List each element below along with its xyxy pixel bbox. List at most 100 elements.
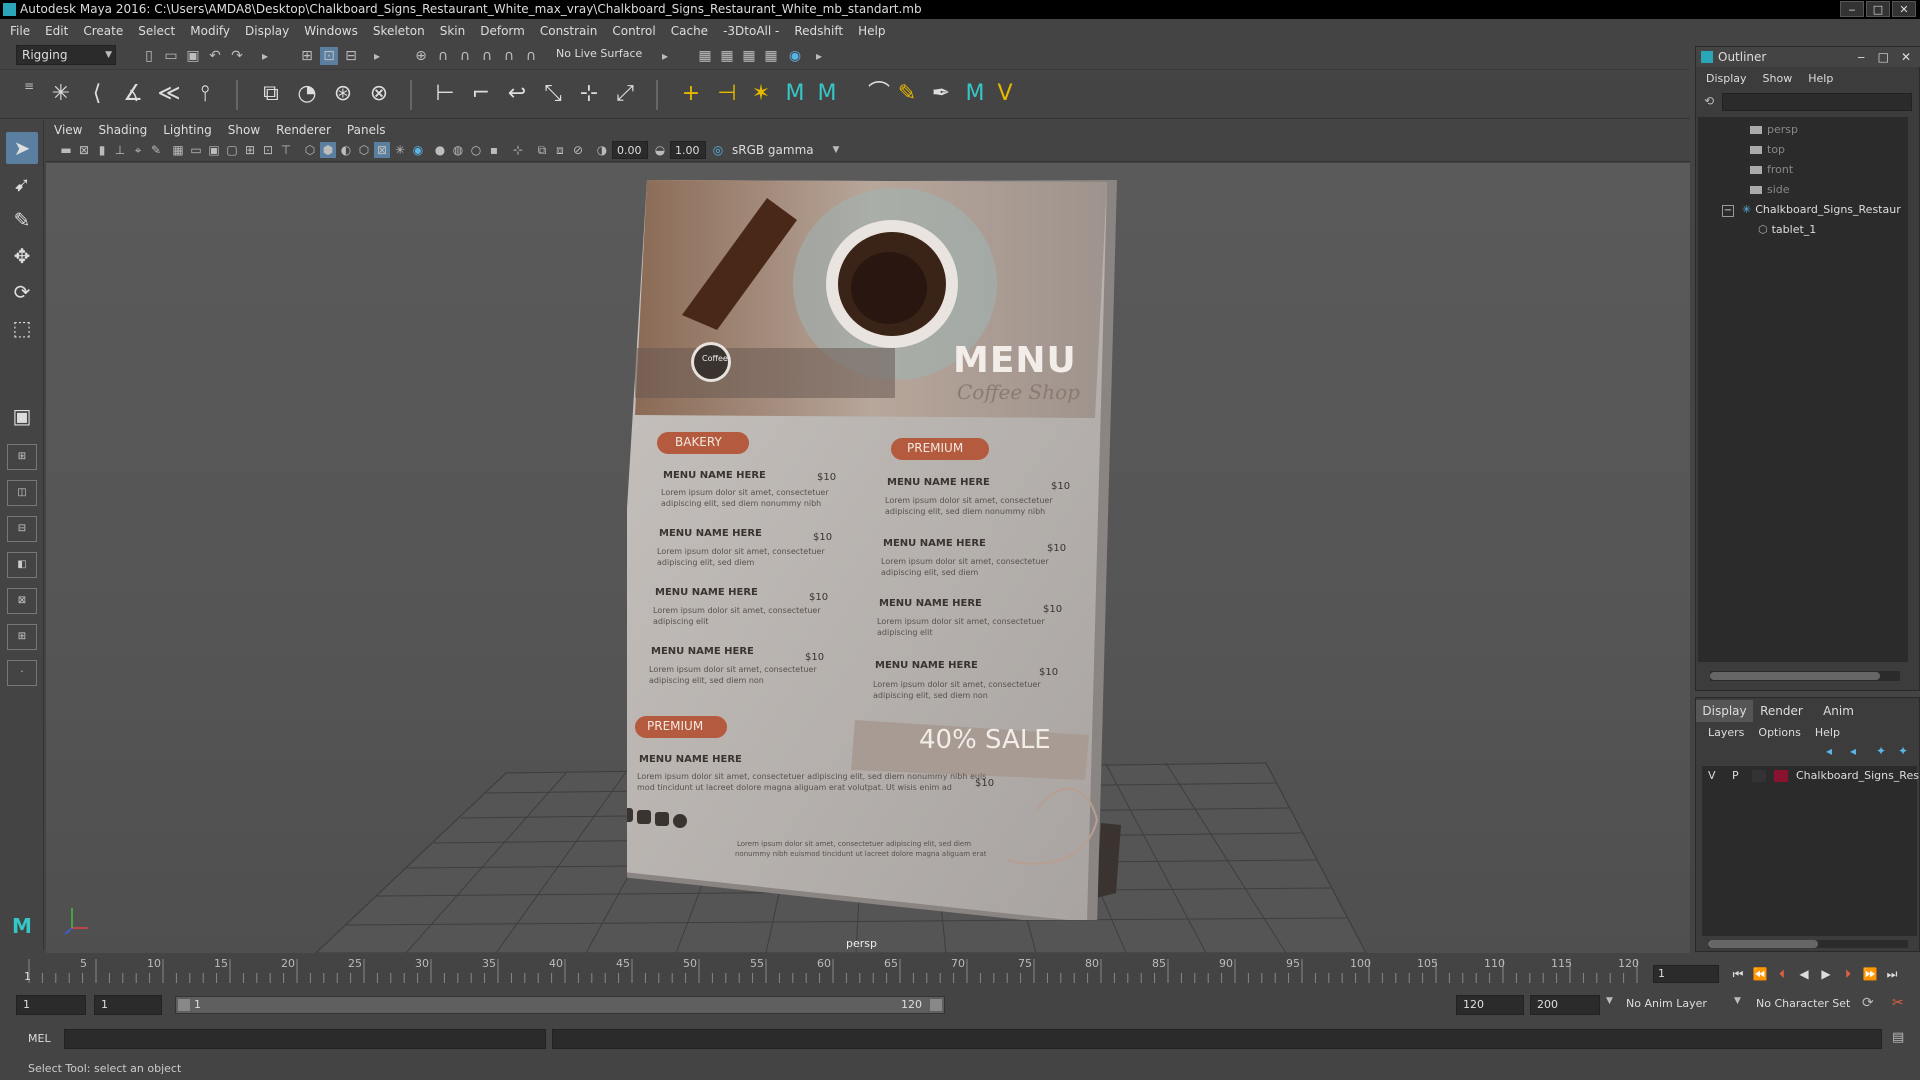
- hypershade-icon[interactable]: ◉: [786, 47, 804, 65]
- select-object-icon[interactable]: ⊡: [320, 47, 338, 65]
- joint-tool-icon[interactable]: ✳: [46, 79, 76, 109]
- menu-skin[interactable]: Skin: [440, 24, 466, 38]
- menu-modify[interactable]: Modify: [190, 24, 230, 38]
- xray-joints-icon[interactable]: ⧈: [552, 142, 568, 158]
- auto-key-icon[interactable]: ⟳: [1862, 995, 1874, 1011]
- antialias-icon[interactable]: ○: [468, 142, 484, 158]
- layer-down-icon[interactable]: ◂: [1850, 744, 1856, 758]
- exposure-icon[interactable]: ◑: [594, 142, 610, 158]
- menu-create[interactable]: Create: [83, 24, 123, 38]
- play-forward-icon[interactable]: ▶: [1816, 965, 1836, 983]
- lattice-icon[interactable]: ⊛: [328, 79, 358, 109]
- menu-cache[interactable]: Cache: [671, 24, 708, 38]
- live-surface-field[interactable]: No Live Surface: [552, 45, 652, 65]
- color-management-icon[interactable]: ◎: [710, 142, 726, 158]
- mash-icon[interactable]: M: [960, 79, 990, 109]
- panel-menu-shading[interactable]: Shading: [98, 123, 147, 137]
- hik-icon[interactable]: M: [780, 79, 810, 109]
- hik-character-icon[interactable]: M: [812, 79, 842, 109]
- film-gate-icon[interactable]: ▭: [188, 142, 204, 158]
- outliner-item-persp[interactable]: persp: [1750, 121, 1798, 139]
- panel-menu-view[interactable]: View: [54, 123, 82, 137]
- command-language-toggle[interactable]: MEL: [28, 1032, 51, 1045]
- new-scene-icon[interactable]: ▯: [140, 47, 158, 65]
- gamma-icon[interactable]: ◒: [652, 142, 668, 158]
- ik-handle-icon[interactable]: ⟨: [82, 79, 112, 109]
- mode-selector[interactable]: Rigging ▼: [16, 45, 116, 65]
- open-scene-icon[interactable]: ▭: [162, 47, 180, 65]
- scroll-thumb[interactable]: [1708, 940, 1818, 948]
- lights-icon[interactable]: ✳: [392, 142, 408, 158]
- outliner-item-front[interactable]: front: [1750, 161, 1793, 179]
- resolution-gate-icon[interactable]: ▣: [206, 142, 222, 158]
- layer-up-icon[interactable]: ◂: [1826, 744, 1832, 758]
- graph-layout-icon[interactable]: ⊟: [7, 516, 37, 542]
- set-driven-key-icon[interactable]: ⊣: [712, 79, 742, 109]
- scale-constraint-icon[interactable]: ⤡: [538, 79, 568, 109]
- command-input[interactable]: [64, 1029, 546, 1049]
- render-frame-icon[interactable]: ▦: [696, 47, 714, 65]
- save-scene-icon[interactable]: ▣: [184, 47, 202, 65]
- step-forward-key-icon[interactable]: ⏵: [1838, 965, 1858, 983]
- current-frame-field[interactable]: 1: [1653, 965, 1719, 983]
- outliner-menu-display[interactable]: Display: [1706, 69, 1747, 89]
- isolate-select-icon[interactable]: ⊹: [510, 142, 526, 158]
- menu-edit[interactable]: Edit: [45, 24, 68, 38]
- layer-color-swatch[interactable]: [1774, 770, 1788, 782]
- gate-mask-icon[interactable]: ▢: [224, 142, 240, 158]
- twod-pan-icon[interactable]: ⌖: [130, 142, 146, 158]
- menu-windows[interactable]: Windows: [304, 24, 358, 38]
- bind-skin-icon[interactable]: ⧉: [256, 79, 286, 109]
- motion-blur-icon[interactable]: ◍: [450, 142, 466, 158]
- camera-select-icon[interactable]: ▬: [58, 142, 74, 158]
- ambient-occlusion-icon[interactable]: ●: [432, 142, 448, 158]
- snap-curve-icon[interactable]: ∩: [434, 47, 452, 65]
- grid-toggle-icon[interactable]: ▦: [170, 142, 186, 158]
- paint-icon[interactable]: ✒: [926, 79, 956, 109]
- collapse-icon[interactable]: −: [1722, 205, 1734, 217]
- paint-select-icon[interactable]: ✎: [6, 204, 38, 236]
- point-constraint-icon[interactable]: ⌐: [466, 79, 496, 109]
- panel-menu-panels[interactable]: Panels: [347, 123, 386, 137]
- xray-icon[interactable]: ⧉: [534, 142, 550, 158]
- shelf-options-icon[interactable]: ≡: [20, 77, 38, 95]
- menu-file[interactable]: File: [10, 24, 30, 38]
- exposure-field[interactable]: 0.00: [612, 141, 648, 159]
- outliner-scrollbar[interactable]: [1710, 671, 1900, 681]
- locator-icon[interactable]: +: [676, 79, 706, 109]
- tab-display[interactable]: Display: [1696, 700, 1753, 722]
- outliner-menu-show[interactable]: Show: [1763, 69, 1793, 89]
- delete-history-icon[interactable]: ✎: [892, 79, 922, 109]
- undo-icon[interactable]: ↶: [206, 47, 224, 65]
- expand-arrow-icon[interactable]: ▸: [368, 47, 386, 65]
- smooth-shade-icon[interactable]: ⬢: [320, 142, 336, 158]
- safe-action-icon[interactable]: ⊡: [260, 142, 276, 158]
- select-tool-icon[interactable]: ➤: [6, 132, 38, 164]
- expand-arrow-icon[interactable]: ▸: [656, 47, 674, 65]
- select-hierarchy-icon[interactable]: ⊞: [298, 47, 316, 65]
- xray-components-icon[interactable]: ⊘: [570, 142, 586, 158]
- layer-visibility-toggle[interactable]: V: [1708, 766, 1716, 786]
- filter-icon[interactable]: ⟲: [1704, 94, 1714, 108]
- panel-menu-lighting[interactable]: Lighting: [163, 123, 212, 137]
- time-ruler[interactable]: [28, 953, 1643, 986]
- menu-board-model[interactable]: Coffee MENU Coffee Shop BAKERY PREMIUM M…: [627, 180, 1127, 920]
- lasso-tool-icon[interactable]: ➹: [6, 168, 38, 200]
- layer-menu-options[interactable]: Options: [1758, 726, 1800, 739]
- blend-shape-icon[interactable]: ✶: [746, 79, 776, 109]
- gamma-field[interactable]: 1.00: [670, 141, 706, 159]
- close-icon[interactable]: ✕: [1901, 47, 1911, 67]
- redo-icon[interactable]: ↷: [228, 47, 246, 65]
- render-sequence-icon[interactable]: ▦: [718, 47, 736, 65]
- wireframe-on-shaded-icon[interactable]: ⬡: [356, 142, 372, 158]
- script-editor-icon[interactable]: ▤: [1892, 1030, 1904, 1045]
- v-tool-icon[interactable]: V: [990, 79, 1020, 109]
- playback-end-field[interactable]: 120: [1456, 995, 1524, 1015]
- field-chart-icon[interactable]: ⊞: [242, 142, 258, 158]
- range-bar[interactable]: 1 120: [175, 996, 945, 1014]
- menu-redshift[interactable]: Redshift: [794, 24, 843, 38]
- layer-type-toggle[interactable]: [1752, 770, 1766, 782]
- cluster-icon[interactable]: ⊗: [364, 79, 394, 109]
- outliner-item-mesh[interactable]: ⬡ tablet_1: [1758, 221, 1816, 239]
- scale-tool-icon[interactable]: ⬚: [6, 312, 38, 344]
